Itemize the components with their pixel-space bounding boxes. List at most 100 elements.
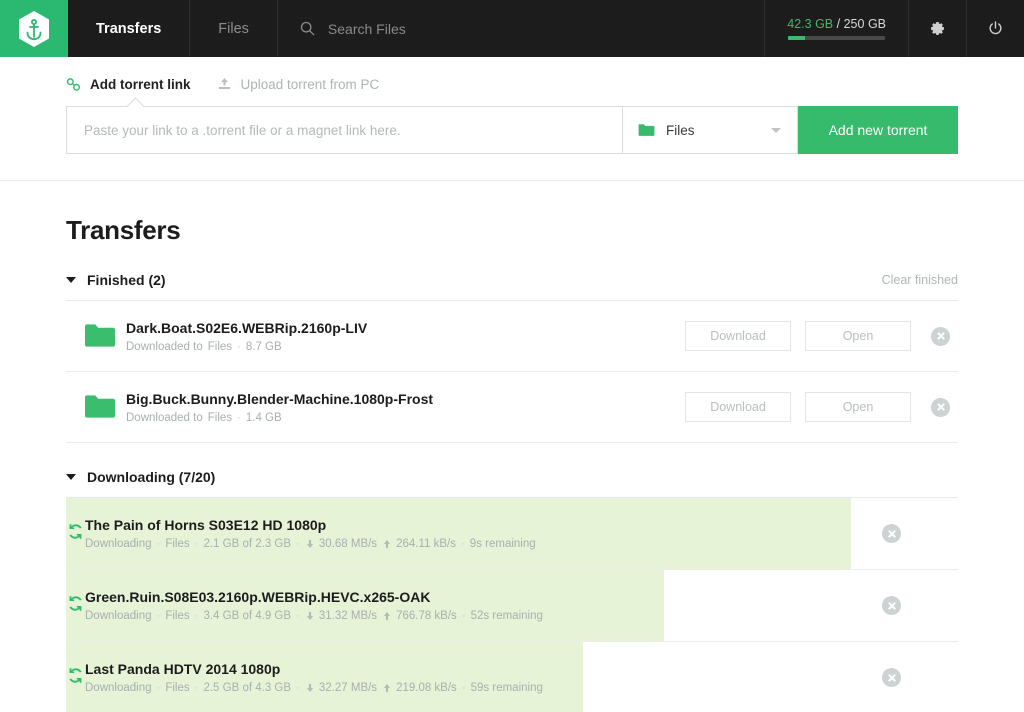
torrent-link-placeholder: Paste your link to a .torrent file or a …: [84, 123, 401, 138]
download-button[interactable]: Download: [685, 321, 791, 351]
transfer-name: Big.Buck.Bunny.Blender-Machine.1080p-Fro…: [126, 391, 685, 407]
dot-separator: ·: [157, 610, 161, 622]
nav-tab-transfers-label: Transfers: [96, 21, 161, 37]
download-speed: 31.32 MB/s: [319, 610, 377, 622]
sync-icon: [66, 522, 85, 541]
folder-icon: [638, 123, 655, 137]
transfer-eta: 59s remaining: [471, 682, 543, 694]
tab-add-torrent-link-label: Add torrent link: [90, 77, 191, 92]
tab-upload-torrent[interactable]: Upload torrent from PC: [217, 77, 380, 92]
transfer-subtitle: Downloading · Files · 2.1 GB of 2.3 GB ·…: [85, 538, 876, 550]
upload-speed: 264.11 kB/s: [396, 538, 456, 550]
upload-speed: 766.78 kB/s: [396, 610, 457, 622]
nav-tab-transfers[interactable]: Transfers: [68, 0, 190, 57]
transfer-meta: Last Panda HDTV 2014 1080p Downloading ·…: [85, 661, 876, 694]
remove-transfer-icon[interactable]: [882, 524, 901, 543]
app-window: Transfers Files Search Files 42.3 GB / 2…: [0, 0, 1024, 712]
table-row[interactable]: The Pain of Horns S03E12 HD 1080p Downlo…: [66, 498, 958, 570]
transfer-meta: Big.Buck.Bunny.Blender-Machine.1080p-Fro…: [126, 391, 685, 424]
destination-folder-select[interactable]: Files: [622, 106, 798, 154]
dot-separator: ·: [296, 538, 300, 550]
collapse-caret-downloading-icon[interactable]: [66, 474, 76, 480]
table-row[interactable]: Last Panda HDTV 2014 1080p Downloading ·…: [66, 642, 958, 712]
dot-separator: ·: [296, 682, 300, 694]
nav-tab-files[interactable]: Files: [190, 0, 278, 57]
sync-icon: [66, 594, 85, 613]
transfer-folder: Files: [165, 610, 189, 622]
destination-folder-label: Files: [666, 123, 695, 138]
remove-transfer-icon[interactable]: [931, 327, 950, 346]
tab-add-torrent-link[interactable]: Add torrent link: [66, 77, 191, 92]
settings-button[interactable]: [908, 0, 966, 57]
sync-icon-wrap: [66, 594, 85, 618]
search-input[interactable]: Search Files: [278, 0, 764, 57]
transfer-folder: Files: [165, 682, 189, 694]
remove-transfer-icon[interactable]: [882, 596, 901, 615]
transfer-subtitle: Downloading · Files · 2.5 GB of 4.3 GB ·…: [85, 682, 876, 694]
upload-speed-group: 219.08 kB/s: [382, 682, 457, 694]
add-torrent-tabs: Add torrent link Upload torrent from PC: [66, 77, 958, 92]
power-button[interactable]: [966, 0, 1024, 57]
transfer-folder: Files: [208, 412, 232, 424]
remove-transfer-icon[interactable]: [931, 398, 950, 417]
transfer-status: Downloading: [85, 682, 152, 694]
dot-separator: ·: [157, 538, 161, 550]
open-button[interactable]: Open: [805, 321, 911, 351]
chevron-down-icon: [771, 128, 781, 133]
download-button[interactable]: Download: [685, 392, 791, 422]
upload-arrow-icon: [382, 683, 392, 693]
top-header-bar: Transfers Files Search Files 42.3 GB / 2…: [0, 0, 1024, 57]
storage-used: 42.3 GB: [787, 17, 833, 31]
dot-separator: ·: [195, 538, 199, 550]
folder-icon-wrap: [66, 394, 126, 420]
dot-separator: ·: [461, 538, 465, 550]
transfer-name: The Pain of Horns S03E12 HD 1080p: [85, 517, 876, 533]
downloading-list: The Pain of Horns S03E12 HD 1080p Downlo…: [66, 498, 958, 712]
add-new-torrent-button[interactable]: Add new torrent: [798, 106, 958, 154]
folder-icon: [84, 394, 116, 420]
row-actions: [876, 524, 958, 543]
row-actions: [876, 596, 958, 615]
row-actions: Download Open: [685, 392, 958, 422]
transfer-meta: Green.Ruin.S08E03.2160p.WEBRip.HEVC.x265…: [85, 589, 876, 622]
torrent-link-input[interactable]: Paste your link to a .torrent file or a …: [66, 106, 622, 154]
row-actions: Download Open: [685, 321, 958, 351]
transfer-subtitle: Downloading · Files · 3.4 GB of 4.9 GB ·…: [85, 610, 876, 622]
dot-separator: ·: [462, 610, 466, 622]
anchor-hexagon-logo: [17, 10, 51, 48]
table-row[interactable]: Dark.Boat.S02E6.WEBRip.2160p-LIV Downloa…: [66, 301, 958, 372]
row-actions: [876, 668, 958, 687]
open-button[interactable]: Open: [805, 392, 911, 422]
nav-tab-files-label: Files: [218, 21, 249, 37]
section-header-downloading: Downloading (7/20): [66, 469, 958, 498]
clear-finished-link[interactable]: Clear finished: [882, 273, 958, 287]
transfer-name: Last Panda HDTV 2014 1080p: [85, 661, 876, 677]
download-speed-group: 32.27 MB/s: [305, 682, 377, 694]
tab-upload-torrent-label: Upload torrent from PC: [241, 77, 380, 92]
dot-separator: ·: [195, 610, 199, 622]
page-title: Transfers: [66, 181, 958, 246]
transfer-meta: Dark.Boat.S02E6.WEBRip.2160p-LIV Downloa…: [126, 320, 685, 353]
storage-progress-bar: [788, 36, 885, 40]
storage-indicator[interactable]: 42.3 GB / 250 GB: [764, 0, 908, 57]
transfer-status: Downloading: [85, 610, 152, 622]
finished-list: Dark.Boat.S02E6.WEBRip.2160p-LIV Downloa…: [66, 301, 958, 443]
transfer-folder: Files: [208, 341, 232, 353]
section-title-downloading: Downloading (7/20): [87, 469, 215, 485]
upload-speed-group: 766.78 kB/s: [382, 610, 457, 622]
dot-separator: ·: [237, 412, 241, 424]
dot-separator: ·: [195, 682, 199, 694]
section-header-finished: Finished (2) Clear finished: [66, 272, 958, 301]
transfer-size: 1.4 GB: [246, 412, 282, 424]
remove-transfer-icon[interactable]: [882, 668, 901, 687]
download-speed: 32.27 MB/s: [319, 682, 377, 694]
upload-arrow-icon: [382, 539, 392, 549]
transfer-subtitle: Downloaded to Files · 8.7 GB: [126, 341, 685, 353]
transfer-eta: 9s remaining: [470, 538, 536, 550]
table-row[interactable]: Green.Ruin.S08E03.2160p.WEBRip.HEVC.x265…: [66, 570, 958, 642]
app-logo[interactable]: [0, 0, 68, 57]
upload-arrow-icon: [382, 611, 392, 621]
collapse-caret-finished-icon[interactable]: [66, 277, 76, 283]
table-row[interactable]: Big.Buck.Bunny.Blender-Machine.1080p-Fro…: [66, 372, 958, 443]
storage-total: 250 GB: [844, 17, 886, 31]
